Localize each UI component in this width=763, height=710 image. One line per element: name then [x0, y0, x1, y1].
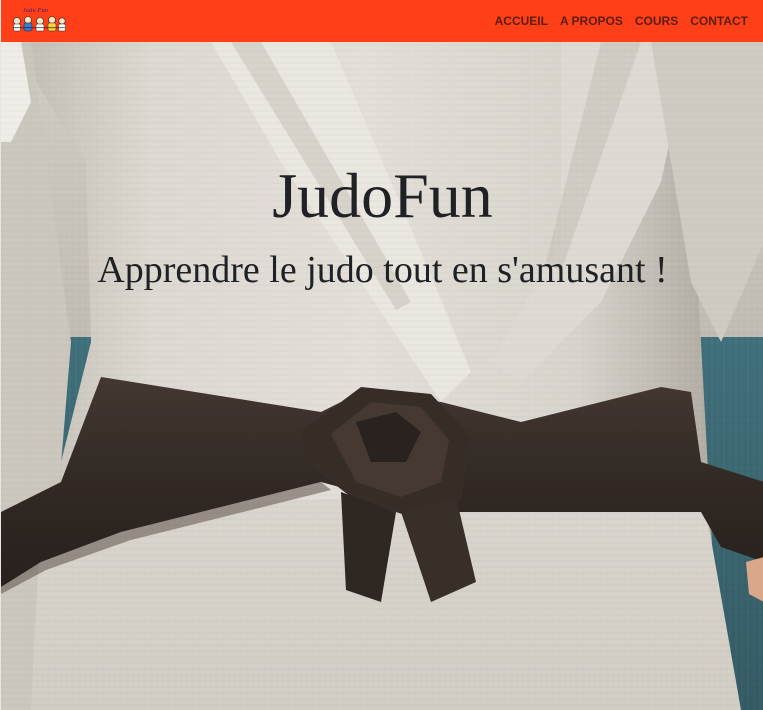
navbar: Judo Fun ACCUEIL A PROPOS COURS CONTACT — [1, 0, 763, 42]
hero-background-image — [1, 42, 763, 710]
logo[interactable]: Judo Fun — [11, 8, 67, 33]
hero-subtitle: Apprendre le judo tout en s'amusant ! — [97, 249, 668, 291]
hero-section: JudoFun Apprendre le judo tout en s'amus… — [1, 42, 763, 710]
page: Judo Fun ACCUEIL A PROPOS COURS CONTACT — [0, 0, 763, 710]
logo-text: Judo Fun — [23, 8, 49, 14]
hero-title: JudoFun — [272, 160, 493, 231]
nav-link-accueil[interactable]: ACCUEIL — [495, 14, 548, 28]
nav-links: ACCUEIL A PROPOS COURS CONTACT — [495, 14, 748, 28]
nav-link-contact[interactable]: CONTACT — [690, 14, 748, 28]
nav-link-cours[interactable]: COURS — [635, 14, 678, 28]
nav-link-a-propos[interactable]: A PROPOS — [560, 14, 623, 28]
